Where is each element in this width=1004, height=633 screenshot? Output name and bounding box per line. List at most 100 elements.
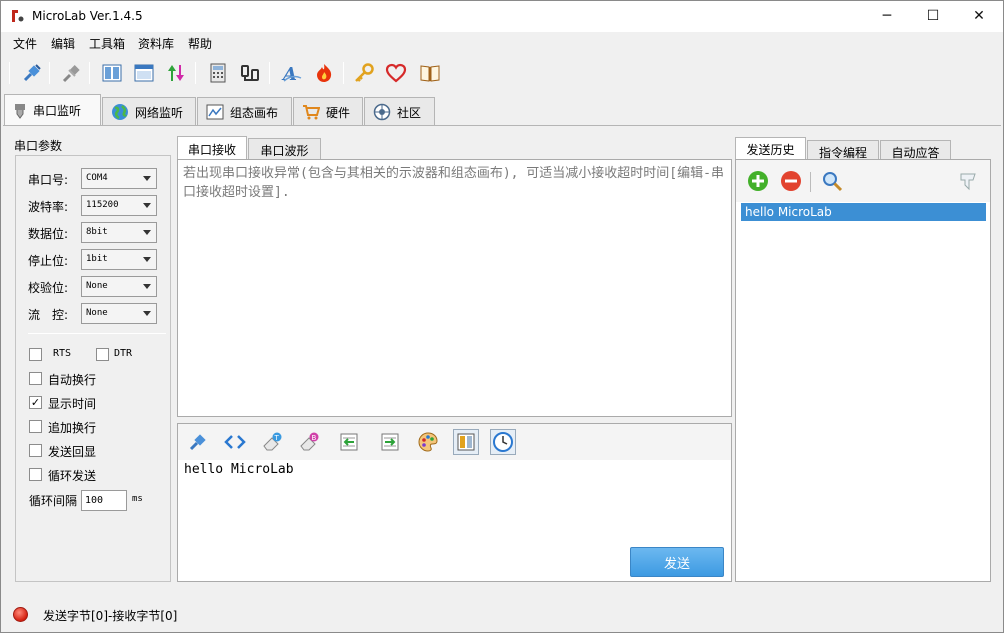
chevron-down-icon: [143, 257, 151, 262]
sort-button[interactable]: [163, 60, 189, 86]
serial-tool-button[interactable]: [237, 60, 263, 86]
panel-columns-icon: [457, 433, 475, 451]
search-history-button[interactable]: [819, 168, 845, 194]
tab-canvas[interactable]: 组态画布: [197, 97, 292, 126]
echo-label: 发送回显: [48, 445, 97, 459]
maximize-button[interactable]: ☐: [910, 1, 956, 31]
tab-serial-waveform[interactable]: 串口波形: [248, 138, 321, 161]
send-toolbar: T B: [178, 424, 731, 460]
toolbar-separator: [343, 62, 344, 84]
add-circle-icon: [748, 171, 768, 191]
window-layout-icon: [134, 64, 154, 82]
auto-wrap-checkbox[interactable]: [29, 372, 42, 385]
menu-help[interactable]: 帮助: [188, 35, 212, 52]
timer-button[interactable]: [490, 429, 516, 455]
rts-checkbox[interactable]: [29, 348, 42, 361]
byte-counter: 发送字节[0]-接收字节[0]: [43, 609, 178, 623]
close-button[interactable]: ✕: [956, 1, 1002, 31]
receive-hint: 若出现串口接收异常(包含与其相关的示波器和组态画布), 可适当减小接收超时时间[…: [183, 166, 724, 200]
import-button[interactable]: [336, 429, 362, 455]
send-button[interactable]: 发送: [630, 547, 724, 577]
tab-label: 串口接收: [187, 142, 236, 157]
databits-select[interactable]: 8bit: [81, 222, 157, 243]
dtr-checkbox[interactable]: [96, 348, 109, 361]
key-button[interactable]: [351, 60, 377, 86]
code-button[interactable]: [222, 429, 248, 455]
menu-edit[interactable]: 编辑: [51, 35, 75, 52]
menu-file[interactable]: 文件: [13, 35, 37, 52]
clear-history-button[interactable]: [955, 168, 981, 194]
clear-text-button[interactable]: T: [259, 429, 285, 455]
layout-button[interactable]: [131, 60, 157, 86]
tab-network-monitor[interactable]: 网络监听: [102, 97, 196, 126]
send-text-input[interactable]: hello MicroLab: [184, 462, 294, 477]
tab-hardware[interactable]: 硬件: [293, 97, 363, 126]
globe-icon: [112, 104, 128, 120]
send-file-button[interactable]: [185, 429, 211, 455]
parity-value: None: [86, 281, 108, 291]
disconnect-button[interactable]: [59, 60, 85, 86]
split-view-button[interactable]: [99, 60, 125, 86]
community-icon: [373, 103, 391, 121]
key-icon: [355, 63, 374, 82]
history-panel: hello MicroLab: [735, 159, 991, 582]
baud-label: 波特率:: [28, 200, 69, 214]
flowcontrol-select[interactable]: None: [81, 303, 157, 324]
clear-hex-button[interactable]: B: [296, 429, 322, 455]
svg-text:B: B: [312, 434, 317, 442]
tab-send-history[interactable]: 发送历史: [735, 137, 806, 161]
echo-checkbox[interactable]: [29, 444, 42, 457]
history-list-item[interactable]: hello MicroLab: [741, 203, 986, 221]
chevron-down-icon: [143, 176, 151, 181]
connect-button[interactable]: [19, 60, 45, 86]
parity-select[interactable]: None: [81, 276, 157, 297]
manual-button[interactable]: [417, 60, 443, 86]
arrow-right-doc-icon: [381, 433, 399, 451]
receive-textarea[interactable]: 若出现串口接收异常(包含与其相关的示波器和组态画布), 可适当减小接收超时时间[…: [177, 159, 732, 417]
flame-button[interactable]: [311, 60, 337, 86]
clock-icon: [493, 432, 513, 452]
history-toolbar: [736, 160, 990, 202]
columns-icon: [102, 64, 122, 82]
flame-icon: [317, 64, 332, 82]
menu-toolbox[interactable]: 工具箱: [89, 35, 125, 52]
add-history-button[interactable]: [745, 168, 771, 194]
favorite-button[interactable]: [383, 60, 409, 86]
title-bar: MicroLab Ver.1.4.5 ─ ☐ ✕: [1, 1, 1003, 32]
interval-input[interactable]: 100: [81, 490, 127, 511]
code-brackets-icon: [224, 435, 246, 449]
baud-select[interactable]: 115200: [81, 195, 157, 216]
calculator-button[interactable]: [205, 60, 231, 86]
port-select[interactable]: COM4: [81, 168, 157, 189]
tab-serial-receive[interactable]: 串口接收: [177, 136, 247, 161]
append-newline-checkbox[interactable]: [29, 420, 42, 433]
split-panel-button[interactable]: [453, 429, 479, 455]
chevron-down-icon: [143, 311, 151, 316]
cart-icon: [303, 105, 320, 120]
databits-label: 数据位:: [28, 227, 69, 241]
divider: [28, 333, 166, 334]
show-time-checkbox[interactable]: ✓: [29, 396, 42, 409]
plug-connect-icon: [23, 64, 41, 82]
minimize-button[interactable]: ─: [864, 1, 910, 31]
tab-community[interactable]: 社区: [364, 97, 435, 126]
tab-label: 组态画布: [230, 105, 279, 120]
color-button[interactable]: [415, 429, 441, 455]
book-icon: [420, 65, 440, 82]
font-button[interactable]: A: [279, 60, 305, 86]
tab-label: 串口波形: [260, 143, 309, 158]
stopbits-select[interactable]: 1bit: [81, 249, 157, 270]
menu-library[interactable]: 资料库: [138, 35, 174, 52]
status-bar: 发送字节[0]-接收字节[0]: [1, 601, 1003, 631]
interval-value: 100: [85, 495, 104, 506]
heart-icon: [385, 63, 407, 83]
status-indicator-icon: [13, 607, 28, 622]
remove-history-button[interactable]: [778, 168, 804, 194]
toolbar: A: [1, 54, 1003, 92]
toolbar-separator: [195, 62, 196, 84]
show-time-label: 显示时间: [48, 397, 97, 411]
tab-serial-monitor[interactable]: 串口监听: [4, 94, 101, 126]
loop-send-checkbox[interactable]: [29, 468, 42, 481]
eraser-text-icon: T: [263, 432, 282, 451]
export-button[interactable]: [377, 429, 403, 455]
